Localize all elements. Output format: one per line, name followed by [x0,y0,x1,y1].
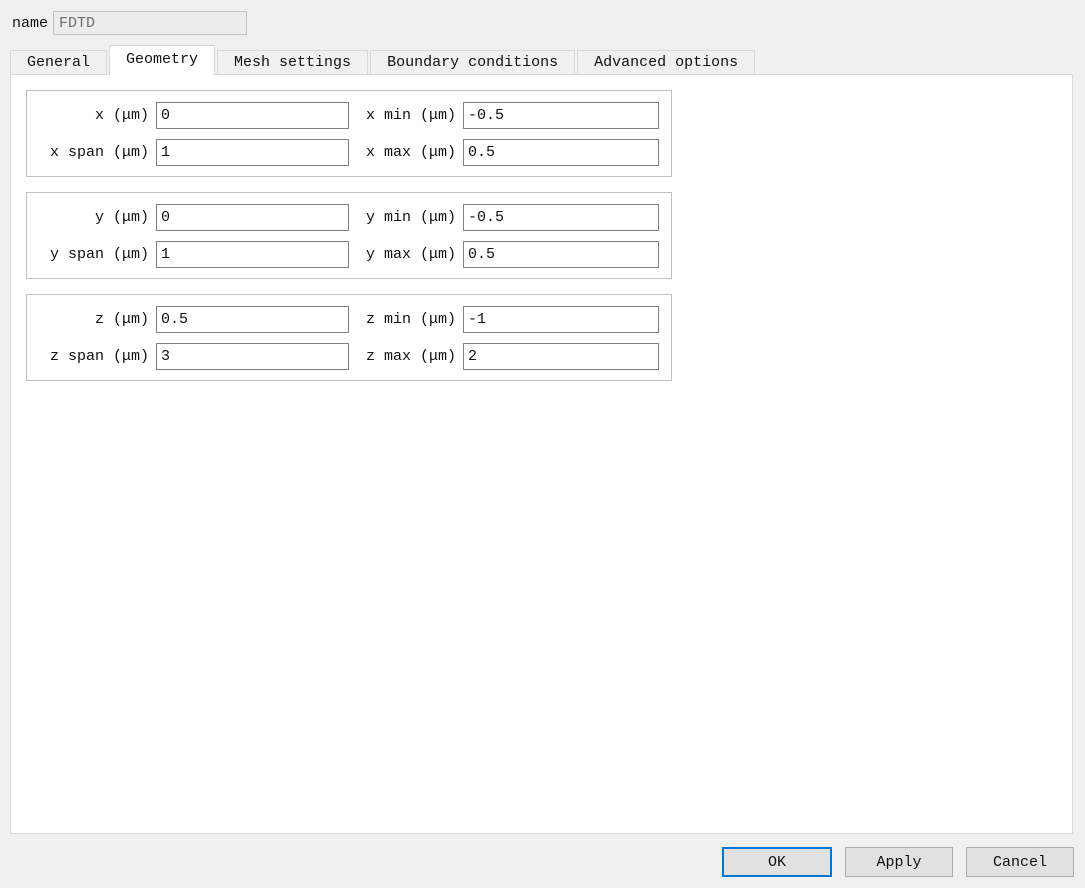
tab-advanced-options[interactable]: Advanced options [577,50,756,75]
x-max-label: x max (μm) [365,144,456,161]
y-input[interactable] [156,204,349,231]
z-input[interactable] [156,306,349,333]
x-label: x (μm) [94,107,149,124]
x-input[interactable] [156,102,349,129]
x-span-input[interactable] [156,139,349,166]
y-min-label: y min (μm) [365,209,456,226]
tab-general[interactable]: General [10,50,108,75]
x-min-input[interactable] [463,102,659,129]
geometry-tab-panel: x (μm) x min (μm) x span (μm) x max (μm)… [10,74,1073,834]
cancel-button[interactable]: Cancel [966,847,1074,877]
z-group-box: z (μm) z min (μm) z span (μm) z max (μm) [26,294,672,381]
z-span-label: z span (μm) [49,348,149,365]
fdtd-properties-dialog: name General Geometry Mesh settings Boun… [0,0,1085,888]
z-max-label: z max (μm) [365,348,456,365]
y-span-label: y span (μm) [49,246,149,263]
y-max-input[interactable] [463,241,659,268]
y-label: y (μm) [94,209,149,226]
z-label: z (μm) [94,311,149,328]
z-span-input[interactable] [156,343,349,370]
ok-button[interactable]: OK [722,847,832,877]
y-group-box: y (μm) y min (μm) y span (μm) y max (μm) [26,192,672,279]
apply-button[interactable]: Apply [845,847,953,877]
tab-boundary-conditions[interactable]: Boundary conditions [370,50,576,75]
tab-mesh-settings[interactable]: Mesh settings [217,50,369,75]
x-group-box: x (μm) x min (μm) x span (μm) x max (μm) [26,90,672,177]
name-input [53,11,247,35]
y-max-label: y max (μm) [365,246,456,263]
tab-geometry[interactable]: Geometry [109,45,216,75]
name-label: name [12,15,49,32]
x-span-label: x span (μm) [49,144,149,161]
x-min-label: x min (μm) [365,107,456,124]
y-min-input[interactable] [463,204,659,231]
x-max-input[interactable] [463,139,659,166]
z-min-label: z min (μm) [365,311,456,328]
z-min-input[interactable] [463,306,659,333]
y-span-input[interactable] [156,241,349,268]
z-max-input[interactable] [463,343,659,370]
tab-strip: General Geometry Mesh settings Boundary … [10,45,757,75]
